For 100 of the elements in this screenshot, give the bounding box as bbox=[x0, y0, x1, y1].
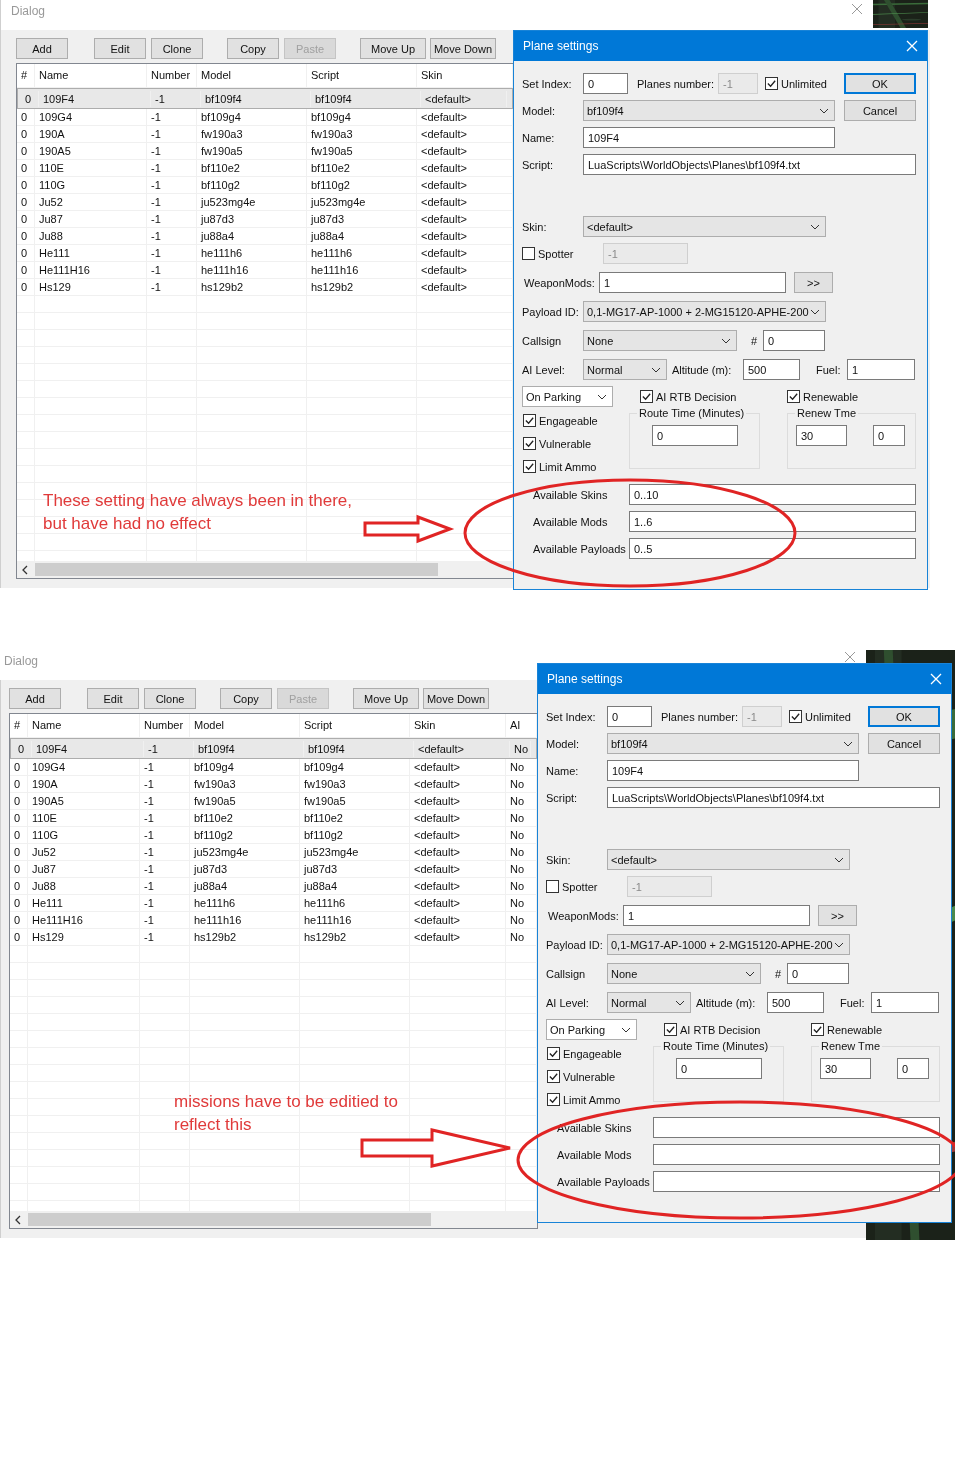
toolbar-button[interactable]: Clone bbox=[144, 688, 196, 709]
model-dropdown[interactable]: bf109f4 bbox=[607, 733, 859, 754]
table-row[interactable]: 0 Ju88 -1 ju88a4 ju88a4 <default> bbox=[17, 228, 513, 245]
table-row[interactable]: 0 110E -1 bf110e2 bf110e2 <default> bbox=[17, 160, 513, 177]
callsign-dropdown[interactable]: None bbox=[583, 330, 737, 351]
renew-time-field[interactable]: 30 bbox=[796, 425, 847, 446]
renewable-checkbox[interactable]: Renewable bbox=[787, 386, 918, 407]
table-row[interactable]: 0 109G4 -1 bf109g4 bf109g4 <default> No bbox=[10, 759, 537, 776]
fuel-field[interactable]: 1 bbox=[847, 359, 915, 380]
column-header[interactable]: Number bbox=[140, 714, 190, 737]
available-field[interactable]: 0..5 bbox=[629, 538, 916, 559]
script-field[interactable]: LuaScripts\WorldObjects\Planes\bf109f4.txt bbox=[583, 154, 916, 175]
table-row[interactable]: 0 109G4 -1 bf109g4 bf109g4 <default> bbox=[17, 109, 513, 126]
spotter-checkbox[interactable]: Spotter bbox=[546, 880, 627, 893]
table-row[interactable]: 0 Ju88 -1 ju88a4 ju88a4 <default> No bbox=[10, 878, 537, 895]
cancel-button[interactable]: Cancel bbox=[868, 733, 940, 754]
altitude-field[interactable]: 500 bbox=[743, 359, 800, 380]
table-row[interactable]: 0 Ju52 -1 ju523mg4e ju523mg4e <default> bbox=[17, 194, 513, 211]
name-field[interactable]: 109F4 bbox=[583, 127, 835, 148]
table-row[interactable]: 0 110G -1 bf110g2 bf110g2 <default> bbox=[17, 177, 513, 194]
more-button[interactable]: >> bbox=[794, 272, 833, 293]
callsign-number-field[interactable]: 0 bbox=[763, 330, 825, 351]
column-header[interactable]: Name bbox=[35, 64, 147, 87]
route-time-field[interactable]: 0 bbox=[652, 425, 738, 446]
toolbar-button[interactable]: Move Up bbox=[360, 38, 426, 59]
column-header[interactable]: Script bbox=[300, 714, 410, 737]
table-row[interactable]: 0 109F4 -1 bf109f4 bf109f4 <default> No bbox=[10, 738, 537, 759]
toolbar-button[interactable]: Copy bbox=[227, 38, 279, 59]
ai-level-dropdown[interactable]: Normal bbox=[583, 359, 667, 380]
table-row[interactable]: 0 110E -1 bf110e2 bf110e2 <default> No bbox=[10, 810, 537, 827]
cancel-button[interactable]: Cancel bbox=[844, 100, 916, 121]
toolbar-button[interactable]: Move Up bbox=[353, 688, 419, 709]
table-row[interactable]: 0 Ju87 -1 ju87d3 ju87d3 <default> No bbox=[10, 861, 537, 878]
table-row[interactable]: 0 Ju52 -1 ju523mg4e ju523mg4e <default> No bbox=[10, 844, 537, 861]
script-field[interactable]: LuaScripts\WorldObjects\Planes\bf109f4.txt bbox=[607, 787, 940, 808]
fuel-field[interactable]: 1 bbox=[871, 992, 939, 1013]
table-row[interactable]: 0 He111 -1 he111h6 he111h6 <default> bbox=[17, 245, 513, 262]
option-checkbox[interactable]: Vulnerable bbox=[523, 432, 629, 455]
column-header[interactable]: Skin bbox=[410, 714, 506, 737]
column-header[interactable]: Model bbox=[197, 64, 307, 87]
table-row[interactable]: 0 109F4 -1 bf109f4 bf109f4 <default> bbox=[17, 88, 513, 109]
ok-button[interactable]: OK bbox=[844, 73, 916, 94]
unlimited-checkbox[interactable]: Unlimited bbox=[789, 710, 851, 723]
weapon-mods-field[interactable]: 1 bbox=[623, 905, 810, 926]
option-checkbox[interactable]: Vulnerable bbox=[547, 1065, 653, 1088]
toolbar-button[interactable]: Move Down bbox=[423, 688, 489, 709]
available-field[interactable]: 0..10 bbox=[629, 484, 916, 505]
toolbar-button[interactable]: Add bbox=[16, 38, 68, 59]
option-checkbox[interactable]: Engageable bbox=[547, 1042, 653, 1065]
skin-dropdown[interactable]: <default> bbox=[583, 216, 826, 237]
payload-dropdown[interactable]: 0,1-MG17-AP-1000 + 2-MG15120-APHE-200 bbox=[607, 934, 850, 955]
start-dropdown[interactable]: On Parking bbox=[522, 386, 613, 407]
name-field[interactable]: 109F4 bbox=[607, 760, 859, 781]
renew-time-field[interactable]: 30 bbox=[820, 1058, 871, 1079]
ai-rtb-checkbox[interactable]: AI RTB Decision bbox=[664, 1019, 811, 1040]
table-row[interactable]: 0 He111 -1 he111h6 he111h6 <default> No bbox=[10, 895, 537, 912]
altitude-field[interactable]: 500 bbox=[767, 992, 824, 1013]
set-index-field[interactable]: 0 bbox=[607, 706, 652, 727]
table-row[interactable]: 0 190A5 -1 fw190a5 fw190a5 <default> bbox=[17, 143, 513, 160]
more-button[interactable]: >> bbox=[818, 905, 857, 926]
skin-dropdown[interactable]: <default> bbox=[607, 849, 850, 870]
available-field[interactable]: 1..6 bbox=[629, 511, 916, 532]
table-row[interactable]: 0 190A -1 fw190a3 fw190a3 <default> No bbox=[10, 776, 537, 793]
ok-button[interactable]: OK bbox=[868, 706, 940, 727]
renew-time-field[interactable]: 0 bbox=[873, 425, 905, 446]
column-header[interactable]: Name bbox=[28, 714, 140, 737]
toolbar-button[interactable]: Clone bbox=[151, 38, 203, 59]
renewable-checkbox[interactable]: Renewable bbox=[811, 1019, 942, 1040]
toolbar-button[interactable]: Edit bbox=[94, 38, 146, 59]
model-dropdown[interactable]: bf109f4 bbox=[583, 100, 835, 121]
toolbar-button[interactable]: Copy bbox=[220, 688, 272, 709]
column-header[interactable]: Script bbox=[307, 64, 417, 87]
table-row[interactable]: 0 110G -1 bf110g2 bf110g2 <default> No bbox=[10, 827, 537, 844]
set-index-field[interactable]: 0 bbox=[583, 73, 628, 94]
table-row[interactable]: 0 He111H16 -1 he111h16 he111h16 <default> bbox=[17, 262, 513, 279]
table-row[interactable]: 0 190A5 -1 fw190a5 fw190a5 <default> No bbox=[10, 793, 537, 810]
callsign-number-field[interactable]: 0 bbox=[787, 963, 849, 984]
toolbar-button[interactable]: Add bbox=[9, 688, 61, 709]
callsign-dropdown[interactable]: None bbox=[607, 963, 761, 984]
table-row[interactable]: 0 190A -1 fw190a3 fw190a3 <default> bbox=[17, 126, 513, 143]
toolbar-button[interactable]: Move Down bbox=[430, 38, 496, 59]
ai-level-dropdown[interactable]: Normal bbox=[607, 992, 691, 1013]
renew-time-field[interactable]: 0 bbox=[897, 1058, 929, 1079]
column-header[interactable]: Model bbox=[190, 714, 300, 737]
start-dropdown[interactable]: On Parking bbox=[546, 1019, 637, 1040]
unlimited-checkbox[interactable]: Unlimited bbox=[765, 77, 827, 90]
column-header[interactable]: Number bbox=[147, 64, 197, 87]
weapon-mods-field[interactable]: 1 bbox=[599, 272, 786, 293]
option-checkbox[interactable]: Limit Ammo bbox=[523, 455, 629, 478]
column-header[interactable]: # bbox=[10, 714, 28, 737]
route-time-field[interactable]: 0 bbox=[676, 1058, 762, 1079]
ai-rtb-checkbox[interactable]: AI RTB Decision bbox=[640, 386, 787, 407]
table-row[interactable]: 0 He111H16 -1 he111h16 he111h16 <default> No bbox=[10, 912, 537, 929]
option-checkbox[interactable]: Engageable bbox=[523, 409, 629, 432]
spotter-checkbox[interactable]: Spotter bbox=[522, 247, 603, 260]
toolbar-button[interactable]: Edit bbox=[87, 688, 139, 709]
table-row[interactable]: 0 Ju87 -1 ju87d3 ju87d3 <default> bbox=[17, 211, 513, 228]
option-checkbox[interactable]: Limit Ammo bbox=[547, 1088, 653, 1111]
column-header[interactable]: # bbox=[17, 64, 35, 87]
payload-dropdown[interactable]: 0,1-MG17-AP-1000 + 2-MG15120-APHE-200 bbox=[583, 301, 826, 322]
